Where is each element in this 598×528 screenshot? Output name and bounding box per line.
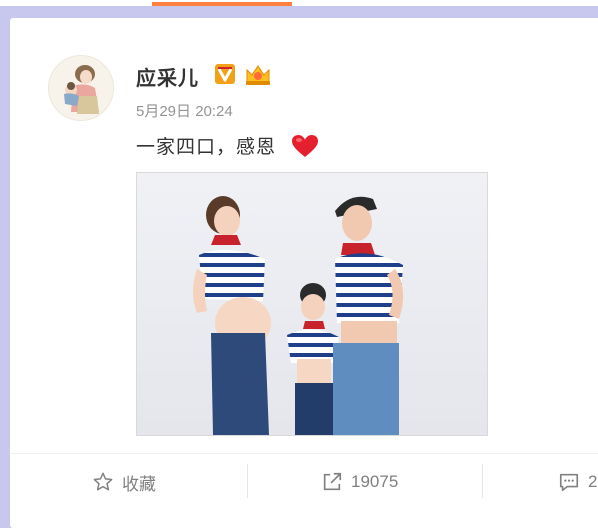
avatar-illustration xyxy=(49,56,113,120)
star-outline-icon xyxy=(93,472,113,491)
repost-button[interactable]: 19075 xyxy=(321,464,398,500)
favorite-button[interactable]: 收藏 xyxy=(92,464,156,500)
avatar[interactable] xyxy=(48,55,114,121)
username[interactable]: 应采儿 xyxy=(136,62,199,91)
family-photo-illustration xyxy=(137,173,487,435)
active-tab-indicator xyxy=(152,2,292,6)
top-tab-bar xyxy=(0,0,598,6)
comment-icon xyxy=(559,473,579,492)
red-heart-icon xyxy=(292,135,318,157)
actions-divider xyxy=(10,453,598,454)
share-arrow-icon xyxy=(323,472,342,491)
post-text: 一家四口，感恩 xyxy=(136,137,277,158)
comment-count: 2 xyxy=(588,472,598,491)
favorite-label: 收藏 xyxy=(122,474,156,494)
verified-v-icon[interactable] xyxy=(215,64,235,84)
action-separator xyxy=(247,464,248,498)
crown-member-icon[interactable] xyxy=(244,62,272,86)
post-image[interactable] xyxy=(136,172,488,436)
comment-button[interactable]: 2 xyxy=(558,464,597,500)
post-timestamp[interactable]: 5月29日 20:24 xyxy=(136,100,233,121)
repost-count: 19075 xyxy=(351,472,399,491)
action-separator xyxy=(482,464,483,498)
weibo-post-card: 应采儿 5月29日 20:24 一家四口，感恩 收藏 19075 2 xyxy=(10,18,598,528)
